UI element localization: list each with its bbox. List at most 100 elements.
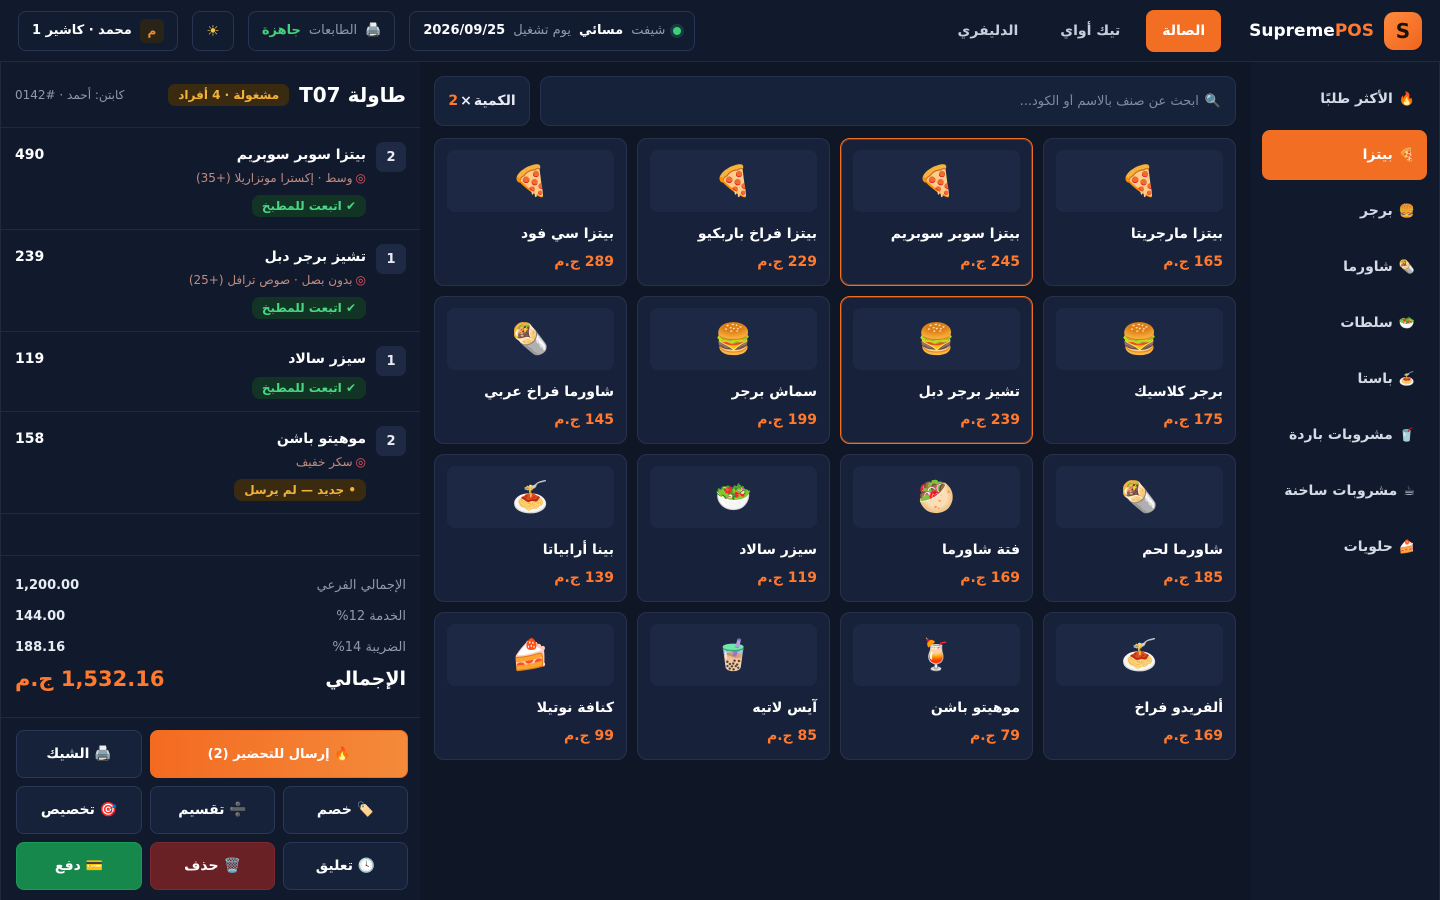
item-status-badge: • جديد — لم يرسل <box>234 479 366 501</box>
printer-state: جاهزة <box>261 23 301 38</box>
theme-toggle-button[interactable]: ☀ <box>191 10 234 51</box>
order-item-row[interactable]: 2 بيتزا سوبر سوبريم ◎وسط · إكسترا موتزاريل… <box>1 128 420 230</box>
food-icon: 🍕 <box>447 150 614 212</box>
burger-icon: 🍔 <box>1398 203 1415 219</box>
day-label: يوم تشغيل <box>513 23 571 38</box>
pay-button[interactable]: 💳 دفع <box>16 842 142 890</box>
product-card[interactable]: 🍔 تشيز برجر دبل 239 ج.م <box>840 296 1033 444</box>
tax-row: الضريبة 14% 188.16 <box>15 632 406 663</box>
item-total: 119 <box>15 351 45 367</box>
item-body: موهيتو باشن ◎سكر خفيف • جديد — لم يرسل <box>44 426 366 501</box>
category-item[interactable]: 🍕 بيتزا <box>1262 130 1427 180</box>
brand-name-main: Supreme <box>1249 20 1335 41</box>
tab-takeaway[interactable]: تيك أواي <box>1044 10 1136 52</box>
category-sidebar: 🔥 الأكثر طلبًا 🍕 بيتزا 🍔 برجر 🌯 شاورما 🥗 سلطا… <box>1250 62 1440 900</box>
printer-status[interactable]: 🖨️ الطابعات جاهزة <box>247 10 396 51</box>
user-name: محمد · كاشير 1 <box>32 23 132 38</box>
salad-icon: 🥗 <box>1398 315 1415 331</box>
printer-label: الطابعات <box>308 23 358 38</box>
item-modifiers-text: وسط · إكسترا موتزاريلا (+35) <box>195 171 353 185</box>
food-icon: 🍹 <box>853 624 1020 686</box>
table-status-badge: مشغولة · 4 أفراد <box>168 83 290 106</box>
category-item[interactable]: 🍔 برجر <box>1262 186 1427 236</box>
product-card[interactable]: 🌯 شاورما لحم 185 ج.م <box>1043 454 1236 602</box>
user-menu[interactable]: م محمد · كاشير 1 <box>18 10 178 51</box>
product-card[interactable]: 🥗 سيزر سالاد 119 ج.م <box>637 454 830 602</box>
service-row: الخدمة 12% 144.00 <box>15 601 406 632</box>
delete-button[interactable]: 🗑️ حذف <box>150 842 275 890</box>
order-item-row[interactable]: 1 سيزر سالاد ✔ اتبعت للمطبخ 119 <box>1 332 420 412</box>
product-name: فتة شاورما <box>942 542 1020 558</box>
category-label: باستا <box>1357 371 1393 387</box>
product-name: سيزر سالاد <box>739 542 817 558</box>
product-card[interactable]: 🍔 برجر كلاسيك 175 ج.م <box>1043 296 1236 444</box>
order-item-row[interactable]: 2 موهيتو باشن ◎سكر خفيف • جديد — لم يرسل 158 <box>1 412 420 514</box>
item-total: 239 <box>15 249 45 265</box>
product-name: تشيز برجر دبل <box>918 384 1020 400</box>
item-qty-badge[interactable]: 1 <box>376 346 406 376</box>
product-card[interactable]: 🍰 كنافة نوتيلا 99 ج.م <box>434 612 627 760</box>
quantity-multiplier[interactable]: الكمية × 2 <box>434 76 530 126</box>
item-status-badge: ✔ اتبعت للمطبخ <box>251 377 366 399</box>
grand-total-value: 1,532.16 ج.م <box>15 667 165 691</box>
item-modifiers: ◎بدون بصل · صوص ترافل (+25) <box>44 273 366 287</box>
online-dot-icon <box>673 26 682 35</box>
product-price: 85 ج.م <box>766 728 817 744</box>
item-qty-badge[interactable]: 1 <box>376 244 406 274</box>
category-label: مشروبات ساخنة <box>1284 483 1398 499</box>
product-card[interactable]: 🍕 بيتزا مارجريتا 165 ج.م <box>1043 138 1236 286</box>
discount-button[interactable]: 🏷️ خصم <box>283 786 408 834</box>
product-card[interactable]: 🍕 بيتزا سوبر سوبريم 245 ج.م <box>840 138 1033 286</box>
category-item[interactable]: 🍰 حلويات <box>1262 522 1427 572</box>
category-item[interactable]: 🥗 سلطات <box>1262 298 1427 348</box>
brand: S SupremePOS <box>1249 11 1422 50</box>
product-price: 169 ج.م <box>1163 728 1223 744</box>
product-card[interactable]: 🍝 ألفريدو فراخ 169 ج.م <box>1043 612 1236 760</box>
product-card[interactable]: 🌯 شاورما فراخ عربي 145 ج.م <box>434 296 627 444</box>
category-label: برجر <box>1360 203 1393 219</box>
item-qty-badge[interactable]: 2 <box>376 142 406 172</box>
product-card[interactable]: 🧋 آيس لاتيه 85 ج.م <box>637 612 830 760</box>
order-item-row[interactable]: 1 تشيز برجر دبل ◎بدون بصل · صوص ترافل (+25… <box>1 230 420 332</box>
product-name: بينا أرابياتا <box>542 542 614 558</box>
brand-name-accent: POS <box>1334 20 1374 41</box>
category-item[interactable]: 🥤 مشروبات باردة <box>1262 410 1427 460</box>
search-input[interactable] <box>555 93 1199 109</box>
cake-icon: 🍰 <box>1398 539 1415 555</box>
category-label: الأكثر طلبًا <box>1320 91 1393 107</box>
category-item[interactable]: 🍝 باستا <box>1262 354 1427 404</box>
product-card[interactable]: 🍕 بيتزا فراخ باربكيو 229 ج.م <box>637 138 830 286</box>
product-name: بيتزا سوبر سوبريم <box>890 226 1020 242</box>
shift-label: شيفت <box>631 23 666 38</box>
item-modifiers: ◎سكر خفيف <box>44 455 366 469</box>
item-qty-badge[interactable]: 2 <box>376 426 406 456</box>
tab-dine-in[interactable]: الصالة <box>1146 9 1222 52</box>
category-label: شاورما <box>1343 259 1393 275</box>
category-item[interactable]: 🔥 الأكثر طلبًا <box>1262 74 1427 124</box>
product-price: 145 ج.م <box>554 412 614 428</box>
send-to-kitchen-button[interactable]: 🔥 إرسال للتحضير (2) <box>150 730 408 778</box>
hold-button[interactable]: 🕓 تعليق <box>283 842 408 890</box>
item-name: سيزر سالاد <box>288 351 366 367</box>
avatar: م <box>139 18 164 43</box>
cold-drink-icon: 🥤 <box>1398 427 1415 443</box>
brand-name: SupremePOS <box>1249 21 1374 41</box>
category-item[interactable]: ☕ مشروبات ساخنة <box>1262 466 1427 516</box>
brand-logo: S <box>1384 11 1422 50</box>
product-card[interactable]: 🍕 بيتزا سي فود 289 ج.م <box>434 138 627 286</box>
service-tabs: الصالة تيك أواي الدليفري <box>942 9 1222 52</box>
product-name: شاورما فراخ عربي <box>484 384 614 400</box>
tax-label: الضريبة 14% <box>332 640 406 655</box>
split-button[interactable]: ➗ تقسيم <box>150 786 275 834</box>
product-card[interactable]: 🍹 موهيتو باشن 79 ج.م <box>840 612 1033 760</box>
print-check-button[interactable]: 🖨️ الشيك <box>16 730 142 778</box>
product-card[interactable]: 🥙 فتة شاورما 169 ج.م <box>840 454 1033 602</box>
food-icon: 🍕 <box>853 150 1020 212</box>
product-card[interactable]: 🍝 بينا أرابياتا 139 ج.م <box>434 454 627 602</box>
order-panel: طاولة T07 مشغولة · 4 أفراد كابتن: أحمد ·… <box>0 62 420 900</box>
allocate-button[interactable]: 🎯 تخصيص <box>16 786 142 834</box>
product-card[interactable]: 🍔 سماش برجر 199 ج.م <box>637 296 830 444</box>
product-name: ألفريدو فراخ <box>1134 700 1223 716</box>
tab-delivery[interactable]: الدليفري <box>942 10 1035 52</box>
category-item[interactable]: 🌯 شاورما <box>1262 242 1427 292</box>
